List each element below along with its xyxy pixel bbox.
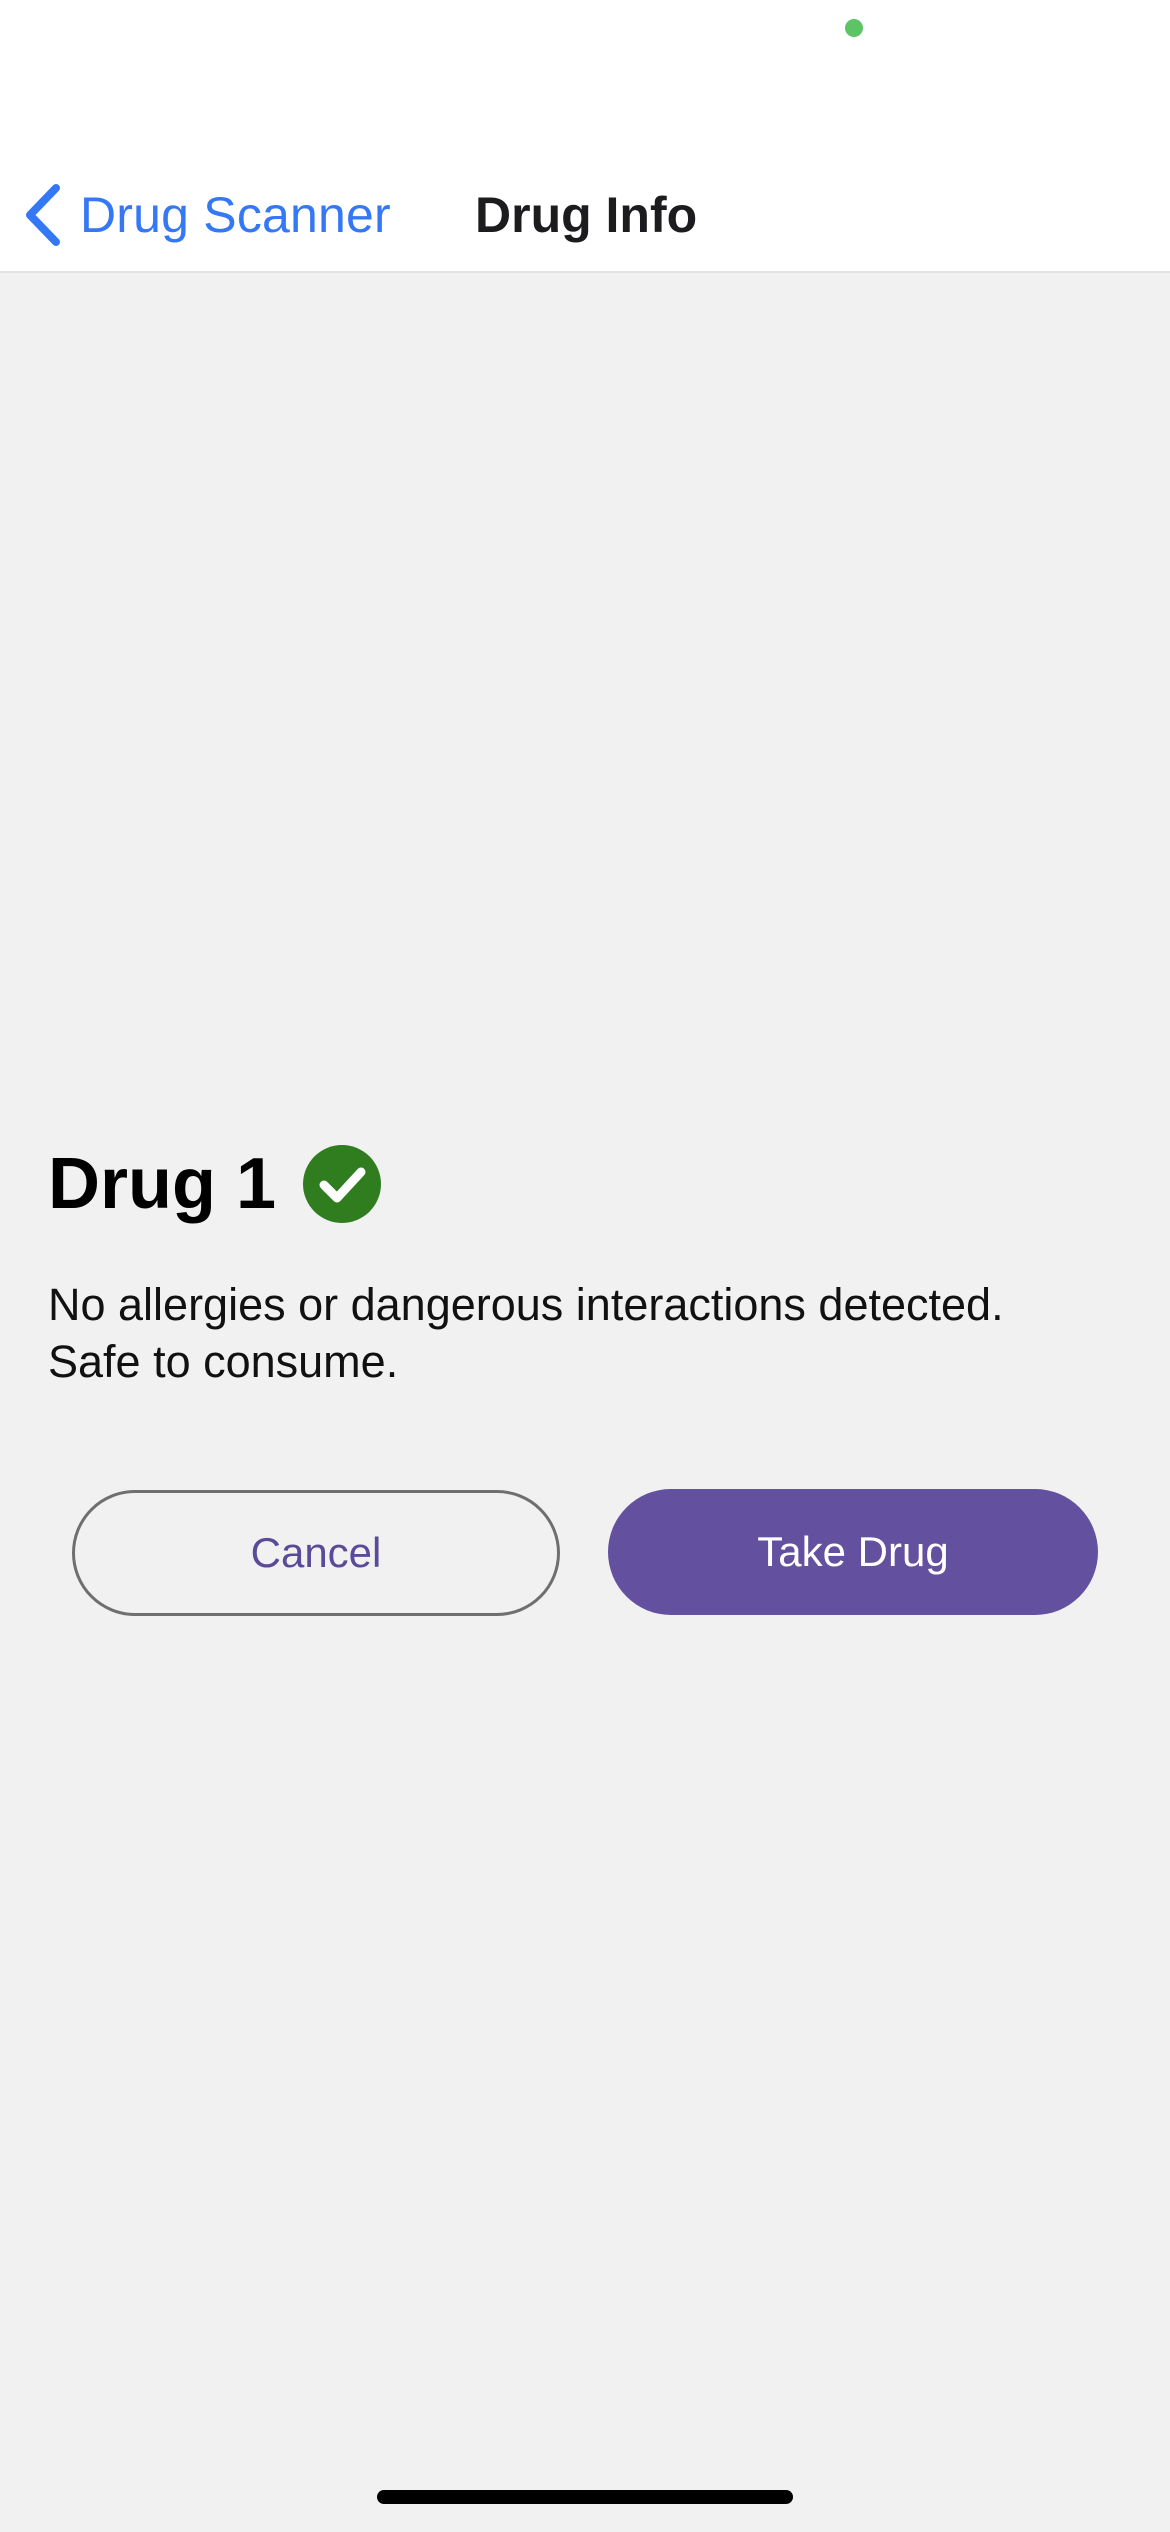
drug-info-content: Drug 1 No allergies or dangerous interac… bbox=[0, 273, 1170, 2532]
chevron-left-icon bbox=[26, 184, 60, 246]
check-circle-icon bbox=[303, 1145, 382, 1223]
page-title: Drug Info bbox=[475, 187, 698, 243]
drug-name: Drug 1 bbox=[48, 1144, 277, 1224]
drug-heading: Drug 1 bbox=[48, 1143, 382, 1225]
safety-message-line-1: No allergies or dangerous interactions d… bbox=[48, 1279, 1004, 1330]
back-button-label: Drug Scanner bbox=[80, 187, 391, 243]
privacy-indicator-dot bbox=[845, 19, 863, 37]
status-bar bbox=[0, 0, 1170, 110]
home-indicator[interactable] bbox=[377, 2490, 793, 2504]
navigation-bar: Drug Scanner Drug Info bbox=[0, 110, 1170, 273]
safety-message-line-2: Safe to consume. bbox=[48, 1336, 399, 1387]
cancel-button[interactable]: Cancel bbox=[72, 1490, 560, 1616]
safety-message: No allergies or dangerous interactions d… bbox=[48, 1276, 1128, 1390]
take-drug-button[interactable]: Take Drug bbox=[608, 1489, 1098, 1615]
back-button[interactable]: Drug Scanner bbox=[22, 170, 391, 260]
